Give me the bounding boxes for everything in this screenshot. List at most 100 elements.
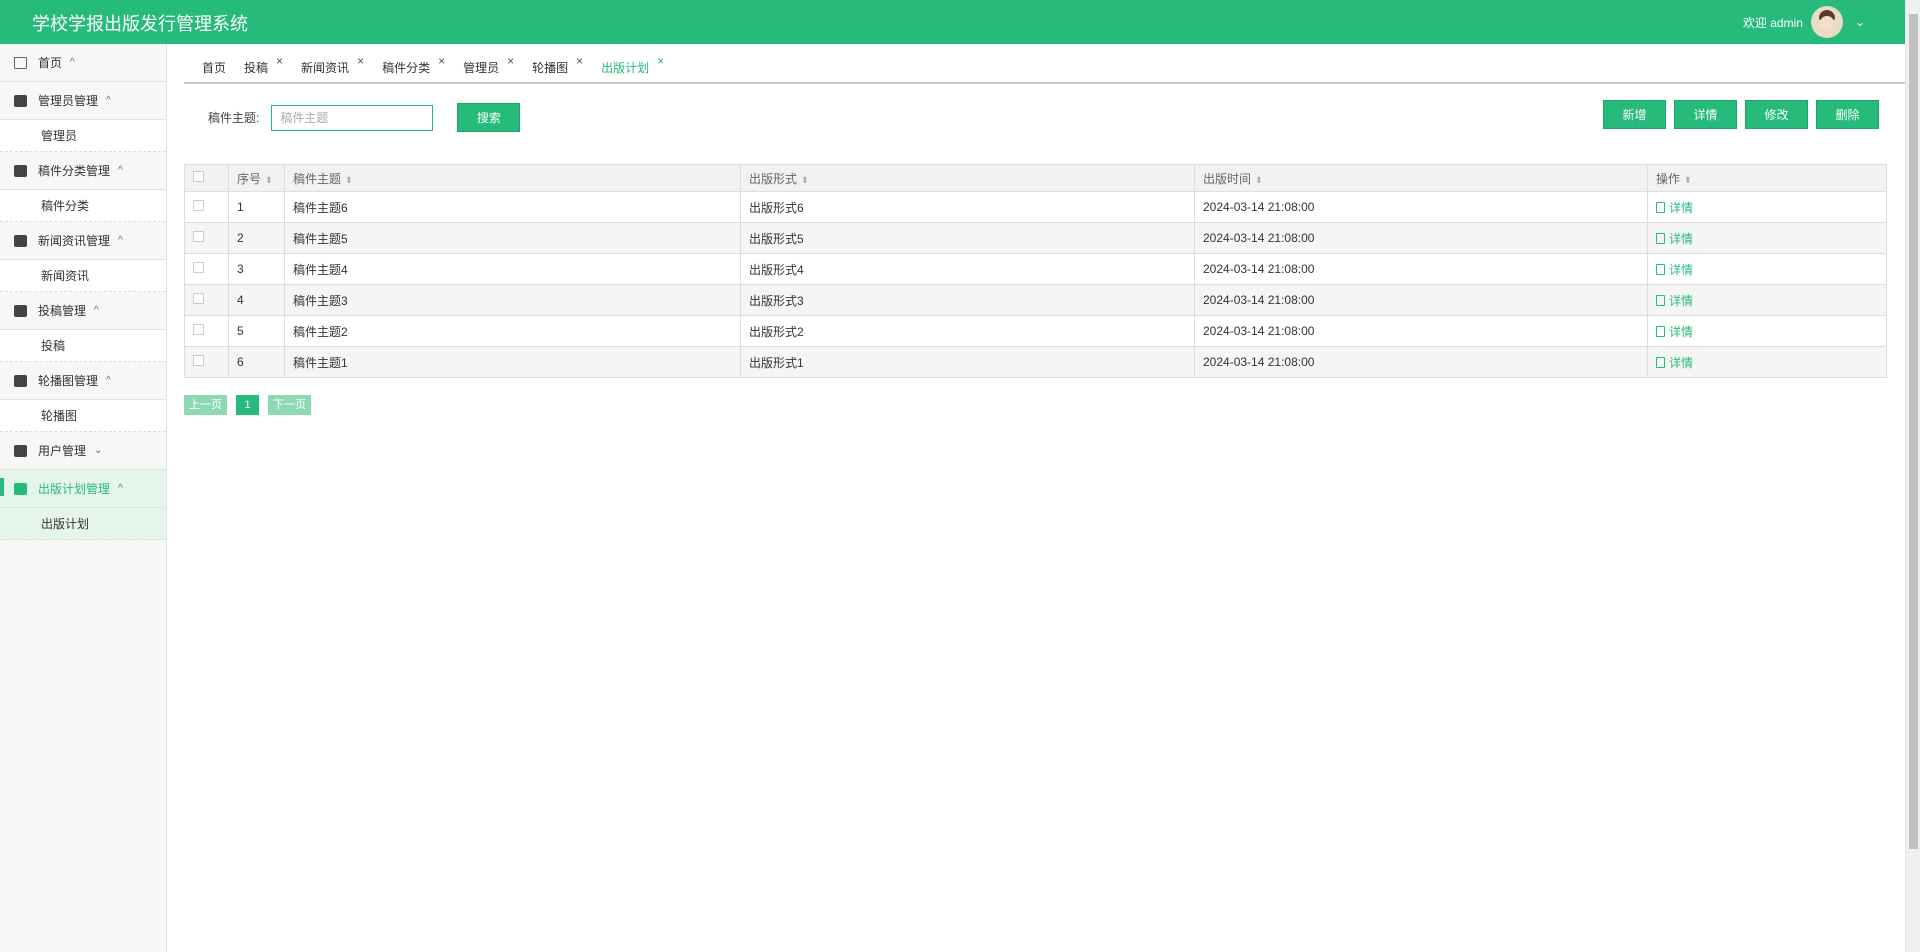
column-label: 序号 xyxy=(237,171,262,186)
sidebar-group[interactable]: 轮播图管理 ^ xyxy=(0,362,166,400)
column-header-time[interactable]: 出版时间 ⬍ xyxy=(1194,164,1648,192)
sidebar-item[interactable]: 新闻资讯 xyxy=(0,260,166,292)
vertical-scrollbar[interactable] xyxy=(1905,0,1920,952)
column-header-title[interactable]: 稿件主题 ⬍ xyxy=(284,164,741,192)
cell-time: 2024-03-14 21:08:00 xyxy=(1194,253,1648,285)
cell-time: 2024-03-14 21:08:00 xyxy=(1194,284,1648,316)
user-menu[interactable]: 欢迎 admin ⌄ xyxy=(1743,6,1865,38)
cell-actions: 详情 xyxy=(1647,346,1887,378)
row-checkbox[interactable] xyxy=(193,200,204,211)
row-select[interactable] xyxy=(184,346,229,378)
row-detail-link[interactable]: 详情 xyxy=(1656,261,1878,278)
data-table: 序号 ⬍ 稿件主题 ⬍ 出版形式 ⬍ 出版时间 ⬍ 操作 ⬍ 1 稿件主题6 出版形式6 … xyxy=(184,164,1887,378)
row-select[interactable] xyxy=(184,315,229,347)
cell-no: 5 xyxy=(228,315,285,347)
sidebar-item[interactable]: 出版计划 xyxy=(0,508,166,540)
select-all[interactable] xyxy=(184,164,229,192)
sidebar-item[interactable]: 轮播图 xyxy=(0,400,166,432)
delete-button[interactable]: 删除 xyxy=(1816,100,1879,129)
column-header-form[interactable]: 出版形式 ⬍ xyxy=(740,164,1195,192)
column-label: 出版形式 xyxy=(749,171,798,186)
page-1-button[interactable]: 1 xyxy=(236,395,259,415)
next-page-button[interactable]: 下一页 xyxy=(268,395,311,415)
column-header-no[interactable]: 序号 ⬍ xyxy=(228,164,285,192)
grid-icon xyxy=(14,164,27,177)
document-icon xyxy=(1656,232,1665,244)
cell-actions: 详情 xyxy=(1647,191,1887,223)
search-input[interactable] xyxy=(271,104,434,131)
sidebar-group-label: 新闻资讯管理 xyxy=(38,234,111,248)
row-detail-link[interactable]: 详情 xyxy=(1656,199,1878,216)
detail-button[interactable]: 详情 xyxy=(1674,100,1737,129)
cell-actions: 详情 xyxy=(1647,315,1887,347)
sidebar-item[interactable]: 稿件分类 xyxy=(0,190,166,222)
close-icon[interactable]: × xyxy=(438,54,445,68)
sort-icon[interactable]: ⬍ xyxy=(801,175,809,185)
close-icon[interactable]: × xyxy=(276,54,283,68)
tab[interactable]: 首页 xyxy=(202,59,226,76)
sidebar-group[interactable]: 出版计划管理 ^ xyxy=(0,470,166,508)
cell-form: 出版形式3 xyxy=(740,284,1195,316)
sidebar-group[interactable]: 稿件分类管理 ^ xyxy=(0,152,166,190)
scrollbar-thumb[interactable] xyxy=(1909,14,1918,849)
row-checkbox[interactable] xyxy=(193,293,204,304)
row-select[interactable] xyxy=(184,253,229,285)
sidebar-group[interactable]: 首页 ^ xyxy=(0,44,166,82)
tab[interactable]: 投稿 × xyxy=(244,54,283,76)
sort-icon[interactable]: ⬍ xyxy=(1684,175,1692,185)
row-select[interactable] xyxy=(184,222,229,254)
detail-label: 详情 xyxy=(1669,293,1694,308)
row-checkbox[interactable] xyxy=(193,355,204,366)
row-detail-link[interactable]: 详情 xyxy=(1656,354,1878,371)
table-row: 5 稿件主题2 出版形式2 2024-03-14 21:08:00 详情 xyxy=(184,315,1887,347)
sidebar-group[interactable]: 用户管理 ⌄ xyxy=(0,432,166,470)
document-icon xyxy=(1656,325,1665,337)
sort-icon[interactable]: ⬍ xyxy=(265,175,273,185)
column-header-actions[interactable]: 操作 ⬍ xyxy=(1647,164,1887,192)
row-checkbox[interactable] xyxy=(193,324,204,335)
detail-label: 详情 xyxy=(1669,231,1694,246)
close-icon[interactable]: × xyxy=(357,54,364,68)
document-icon xyxy=(1656,356,1665,368)
row-checkbox[interactable] xyxy=(193,231,204,242)
tab-label: 投稿 xyxy=(244,60,269,75)
search-label: 稿件主题: xyxy=(208,111,260,125)
tab[interactable]: 新闻资讯 × xyxy=(301,54,364,76)
close-icon[interactable]: × xyxy=(507,54,514,68)
sidebar-group-label: 用户管理 xyxy=(38,444,87,458)
cell-no: 2 xyxy=(228,222,285,254)
avatar[interactable] xyxy=(1810,6,1843,38)
row-detail-link[interactable]: 详情 xyxy=(1656,292,1878,309)
sidebar-group[interactable]: 新闻资讯管理 ^ xyxy=(0,222,166,260)
chevron-down-icon[interactable]: ⌄ xyxy=(1855,15,1865,29)
top-header: 学校学报出版发行管理系统 欢迎 admin ⌄ xyxy=(0,0,1905,44)
edit-button[interactable]: 修改 xyxy=(1745,100,1808,129)
sidebar-group[interactable]: 管理员管理 ^ xyxy=(0,82,166,120)
row-detail-link[interactable]: 详情 xyxy=(1656,230,1878,247)
cell-title: 稿件主题4 xyxy=(284,253,741,285)
row-select[interactable] xyxy=(184,284,229,316)
tab[interactable]: 轮播图 × xyxy=(532,54,583,76)
sidebar-item[interactable]: 投稿 xyxy=(0,330,166,362)
row-detail-link[interactable]: 详情 xyxy=(1656,323,1878,340)
row-select[interactable] xyxy=(184,191,229,223)
tab[interactable]: 稿件分类 × xyxy=(382,54,445,76)
row-checkbox[interactable] xyxy=(193,262,204,273)
select-all-checkbox[interactable] xyxy=(193,171,204,182)
prev-page-button[interactable]: 上一页 xyxy=(184,395,227,415)
search-button[interactable]: 搜索 xyxy=(457,103,521,132)
cell-form: 出版形式5 xyxy=(740,222,1195,254)
add-button[interactable]: 新增 xyxy=(1603,100,1666,129)
close-icon[interactable]: × xyxy=(576,54,583,68)
sort-icon[interactable]: ⬍ xyxy=(345,175,353,185)
tab[interactable]: 出版计划 × xyxy=(601,54,664,76)
sidebar-item[interactable]: 管理员 xyxy=(0,120,166,152)
sort-icon[interactable]: ⬍ xyxy=(1255,175,1263,185)
sidebar-group-label: 投稿管理 xyxy=(38,304,87,318)
tab[interactable]: 管理员 × xyxy=(463,54,514,76)
caret-icon: ^ xyxy=(94,305,99,316)
sidebar-group[interactable]: 投稿管理 ^ xyxy=(0,292,166,330)
cell-title: 稿件主题6 xyxy=(284,191,741,223)
close-icon[interactable]: × xyxy=(657,54,664,68)
document-icon xyxy=(1656,294,1665,306)
